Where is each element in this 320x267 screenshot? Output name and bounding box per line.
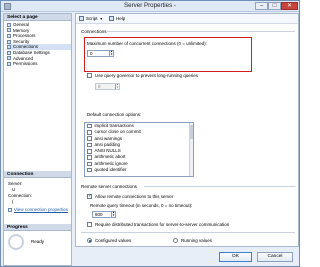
page-icon	[7, 33, 11, 38]
default-options-label: Default connection options:	[87, 112, 142, 117]
close-button[interactable]: ✕	[281, 2, 298, 10]
script-icon	[79, 16, 84, 21]
page-icon	[7, 45, 11, 50]
connections-group-label: Connections	[81, 29, 107, 34]
view-connection-properties-link[interactable]: View connection properties	[8, 207, 69, 213]
max-connections-label: Maximum number of concurrent connections…	[87, 41, 207, 46]
connection-info: Server: U Connection: ( View connection …	[8, 181, 69, 213]
remote-timeout-value: 600	[95, 212, 103, 217]
page-icon	[7, 61, 11, 66]
distributed-transactions-checkbox[interactable]	[87, 222, 92, 227]
option-checkbox[interactable]	[87, 155, 92, 160]
default-options-list[interactable]: implicit transactions cursor close on co…	[84, 122, 194, 177]
page-item-label: Permissions	[13, 61, 38, 67]
progress-header: Progress	[4, 224, 71, 231]
remote-timeout-stepper[interactable]: 600 ▲ ▼	[92, 211, 116, 218]
option-checkbox[interactable]	[87, 161, 92, 167]
progress-status: Ready	[31, 239, 45, 244]
allow-remote-label: Allow remote connections to this server	[95, 194, 174, 199]
option-checkbox[interactable]	[87, 167, 92, 173]
help-button[interactable]: Help	[108, 16, 126, 21]
stepper-arrows-icon[interactable]: ▲ ▼	[115, 83, 119, 89]
list-item[interactable]: quoted identifier	[85, 167, 193, 173]
title-bar: Server Properties - – □ ✕	[1, 1, 299, 12]
select-page-header: Select a page	[4, 14, 71, 21]
script-button[interactable]: Script ▼	[79, 16, 103, 21]
running-values-radio[interactable]	[173, 238, 178, 243]
options-scrollbar[interactable]	[189, 123, 193, 176]
view-connection-properties-label: View connection properties	[14, 207, 68, 212]
chevron-down-icon: ▼	[99, 16, 103, 21]
help-icon	[108, 16, 114, 21]
page-item-permissions[interactable]: Permissions	[7, 61, 71, 67]
page-list: General Memory Processors Security Conne…	[4, 21, 71, 67]
script-label: Script	[86, 16, 98, 21]
toolbar: Script ▼ Help	[76, 14, 298, 24]
option-checkbox[interactable]	[87, 136, 92, 141]
query-governor-label: Use query governor to prevent long-runni…	[95, 73, 199, 78]
help-label: Help	[115, 16, 126, 21]
progress-area: Ready	[8, 234, 44, 250]
stepper-arrows-icon[interactable]: ▲ ▼	[109, 50, 113, 56]
cancel-button[interactable]: Cancel	[257, 252, 293, 262]
option-checkbox[interactable]	[87, 149, 92, 154]
connections-divider	[107, 31, 295, 32]
ok-button[interactable]: OK	[219, 252, 252, 262]
remote-divider	[144, 186, 295, 187]
footer-divider	[81, 232, 295, 233]
maximize-button[interactable]: □	[268, 2, 281, 10]
query-governor-stepper[interactable]: 0 ▲ ▼	[95, 83, 120, 90]
page-icon	[7, 28, 11, 33]
running-values-label: Running values	[181, 238, 213, 243]
minimize-button[interactable]: –	[255, 2, 268, 10]
left-pane: Select a page General Memory Processors …	[3, 13, 72, 266]
page-icon	[7, 39, 11, 44]
option-checkbox[interactable]	[87, 142, 92, 148]
query-governor-value: 0	[98, 84, 101, 89]
page-icon	[7, 22, 11, 27]
max-connections-value: 0	[90, 51, 93, 56]
stepper-arrows-icon[interactable]: ▲ ▼	[111, 211, 115, 217]
page-icon	[7, 56, 11, 61]
scrollbar-thumb[interactable]	[190, 125, 193, 139]
remote-group-label: Remote server connections	[81, 184, 137, 189]
connection-value: (	[12, 199, 14, 204]
configured-values-label: Configured values	[95, 238, 132, 243]
server-properties-window: Server Properties - – □ ✕ Select a page …	[0, 0, 300, 267]
properties-icon	[8, 208, 12, 212]
page-icon	[7, 50, 11, 55]
distributed-transactions-label: Require distributed transactions for ser…	[95, 222, 230, 227]
connection-header: Connection	[4, 171, 71, 178]
option-checkbox[interactable]	[87, 130, 92, 135]
option-checkbox[interactable]	[87, 123, 92, 129]
allow-remote-checkbox[interactable]	[87, 194, 92, 199]
configured-values-radio[interactable]	[87, 238, 92, 243]
max-connections-stepper[interactable]: 0 ▲ ▼	[87, 50, 114, 57]
progress-spinner-icon	[8, 234, 24, 250]
option-label: quoted identifier	[94, 167, 127, 173]
remote-timeout-label: Remote query timeout (in seconds, 0 = no…	[90, 203, 193, 208]
connections-page: Script ▼ Help Connections Maximum number …	[75, 13, 299, 247]
query-governor-checkbox[interactable]	[87, 73, 92, 78]
